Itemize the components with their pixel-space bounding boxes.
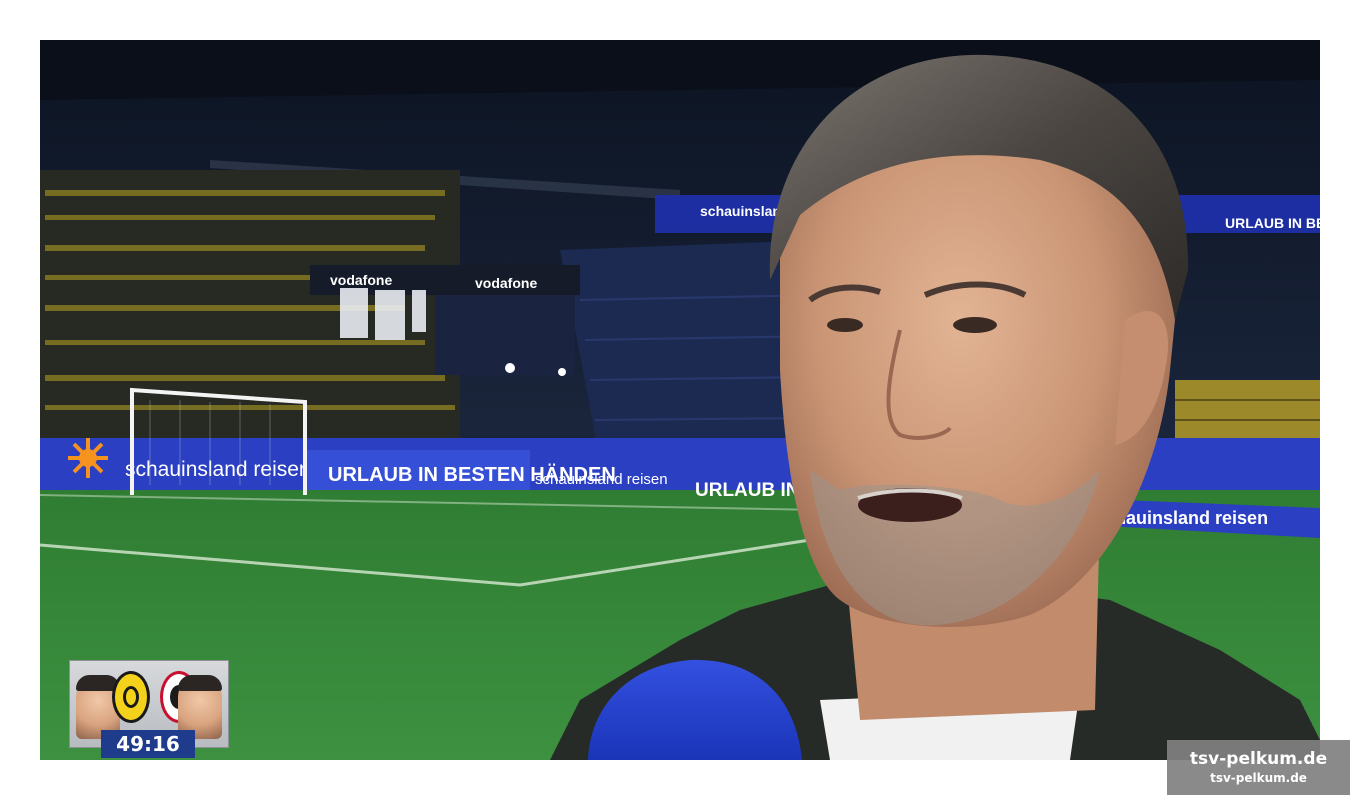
watermark-sub: tsv-pelkum.de (1210, 771, 1307, 785)
svg-text:URLAUB IN BE: URLAUB IN BE (1225, 215, 1320, 231)
vodafone-label-2: vodafone (475, 275, 537, 291)
vodafone-label-1: vodafone (330, 272, 392, 288)
board-text-4: URLAUB IN (695, 480, 800, 501)
match-clock: 49:16 (101, 730, 195, 758)
bvb-crest-icon (112, 671, 150, 723)
board-text-3: schauinsland reisen (535, 471, 668, 488)
watermark-main: tsv-pelkum.de (1189, 749, 1328, 769)
stadium-scene: vodafone vodafone schauinsland URLAUB IN… (40, 40, 1320, 760)
tv-broadcast-frame: vodafone vodafone schauinsland URLAUB IN… (40, 40, 1320, 760)
board-text-1: schauinsland reisen (125, 458, 311, 481)
schauinsland-sun-icon (68, 438, 108, 478)
watermark: tsv-pelkum.de tsv-pelkum.de (1167, 740, 1350, 795)
